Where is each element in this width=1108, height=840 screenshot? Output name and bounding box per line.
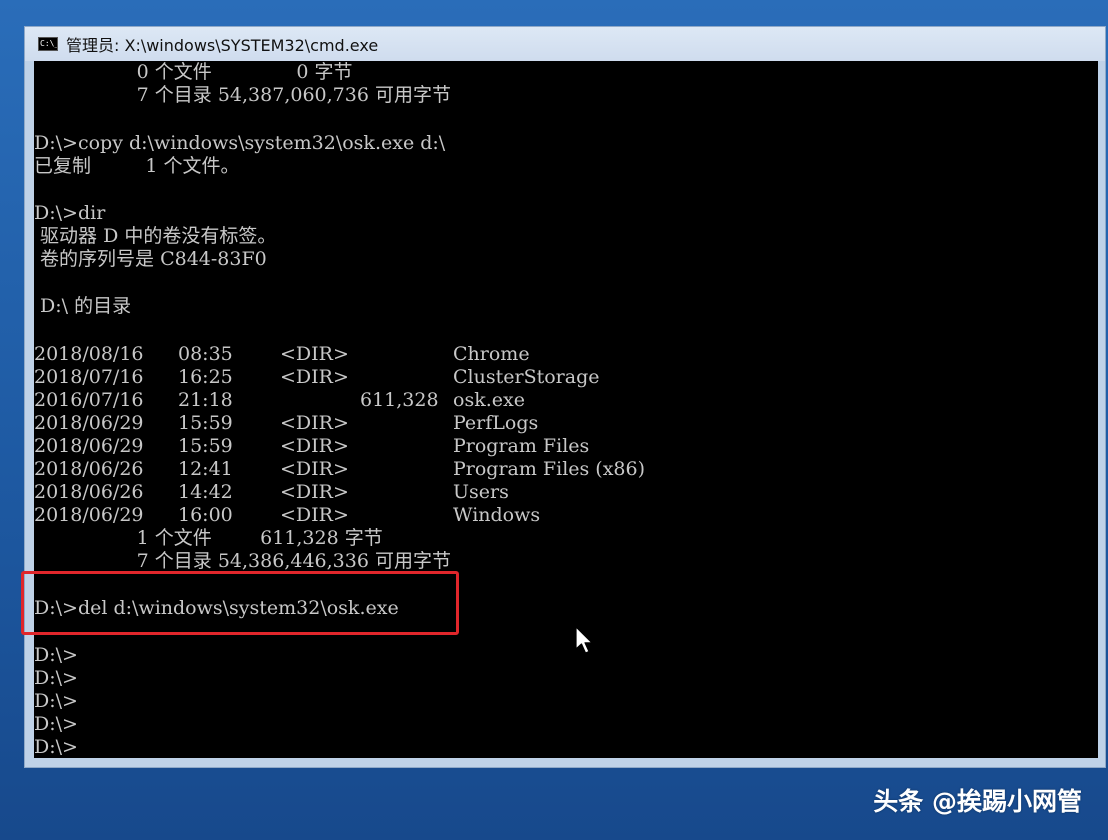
listing-name: Chrome [453,343,530,365]
dir-listing-row: 2018/06/29 15:59 <DIR> PerfLogs [34,412,734,435]
listing-date: 2016/07/16 [34,389,144,411]
console-line-volume-label: 驱动器 D 中的卷没有标签。 [34,225,277,247]
console-prompt: D:\> [34,667,78,689]
mouse-cursor-icon [575,626,593,654]
cmd-icon: C:\_ [38,37,58,51]
listing-type: <DIR> [280,412,349,434]
listing-name: Windows [453,504,541,526]
listing-type: <DIR> [280,343,349,365]
listing-time: 08:35 [178,343,233,365]
console-line-prev-files: 0 个文件 0 字节 [34,61,353,83]
listing-time: 15:59 [178,435,233,457]
listing-type: <DIR> [280,481,349,503]
dir-listing-row: 2018/06/26 14:42 <DIR> Users [34,481,734,504]
listing-name: PerfLogs [453,412,539,434]
listing-type: <DIR> [280,458,349,480]
listing-date: 2018/06/29 [34,504,144,526]
dir-listing-row: 2016/07/16 21:18 611,328 osk.exe [34,389,734,412]
console-line-dir-heading: D:\ 的目录 [34,295,132,317]
listing-time: 16:00 [178,504,233,526]
listing-name: Users [453,481,509,503]
listing-type: <DIR> [280,366,349,388]
console-output[interactable]: 0 个文件 0 字节 7 个目录 54,387,060,736 可用字节 D:\… [34,61,1098,758]
listing-type: <DIR> [280,504,349,526]
listing-date: 2018/06/29 [34,435,144,457]
listing-time: 21:18 [178,389,233,411]
listing-date: 2018/06/26 [34,458,144,480]
listing-time: 16:25 [178,366,233,388]
dir-listing-row: 2018/08/16 08:35 <DIR> Chrome [34,343,734,366]
window-title: 管理员: X:\windows\SYSTEM32\cmd.exe [66,36,379,55]
listing-date: 2018/08/16 [34,343,144,365]
listing-type: <DIR> [280,435,349,457]
console-prompt: D:\> [34,736,78,758]
listing-date: 2018/07/16 [34,366,144,388]
console-line-summary-dirs: 7 个目录 54,386,446,336 可用字节 [34,550,451,572]
listing-date: 2018/06/29 [34,412,144,434]
dir-listing-row: 2018/06/29 15:59 <DIR> Program Files [34,435,734,458]
highlight-box [21,571,459,635]
dir-listing-row: 2018/07/16 16:25 <DIR> ClusterStorage [34,366,734,389]
listing-time: 14:42 [178,481,233,503]
console-line-volume-serial: 卷的序列号是 C844-83F0 [34,248,267,270]
title-bar[interactable]: C:\_ 管理员: X:\windows\SYSTEM32\cmd.exe [25,27,1105,61]
console-line-copy-result: 已复制 1 个文件。 [34,155,240,177]
listing-time: 15:59 [178,412,233,434]
console-prompt: D:\> [34,690,78,712]
listing-name: Program Files [453,435,590,457]
watermark: 头条 @挨踢小网管 [873,787,1082,816]
console-prompt: D:\> [34,644,78,666]
listing-name: Program Files (x86) [453,458,646,480]
console-line-prev-dirs: 7 个目录 54,387,060,736 可用字节 [34,84,451,106]
dir-listing-row: 2018/06/29 16:00 <DIR> Windows [34,504,734,527]
listing-name: ClusterStorage [453,366,600,388]
console-line-summary-files: 1 个文件 611,328 字节 [34,527,383,549]
cmd-window: C:\_ 管理员: X:\windows\SYSTEM32\cmd.exe 0 … [24,26,1106,768]
listing-date: 2018/06/26 [34,481,144,503]
listing-size: 611,328 [360,389,439,411]
listing-name: osk.exe [453,389,525,411]
console-prompt: D:\> [34,713,78,735]
console-line-copy-command: D:\>copy d:\windows\system32\osk.exe d:\ [34,132,446,154]
listing-time: 12:41 [178,458,233,480]
dir-listing-row: 2018/06/26 12:41 <DIR> Program Files (x86) [34,458,734,481]
console-line-dir-command: D:\>dir [34,202,106,224]
